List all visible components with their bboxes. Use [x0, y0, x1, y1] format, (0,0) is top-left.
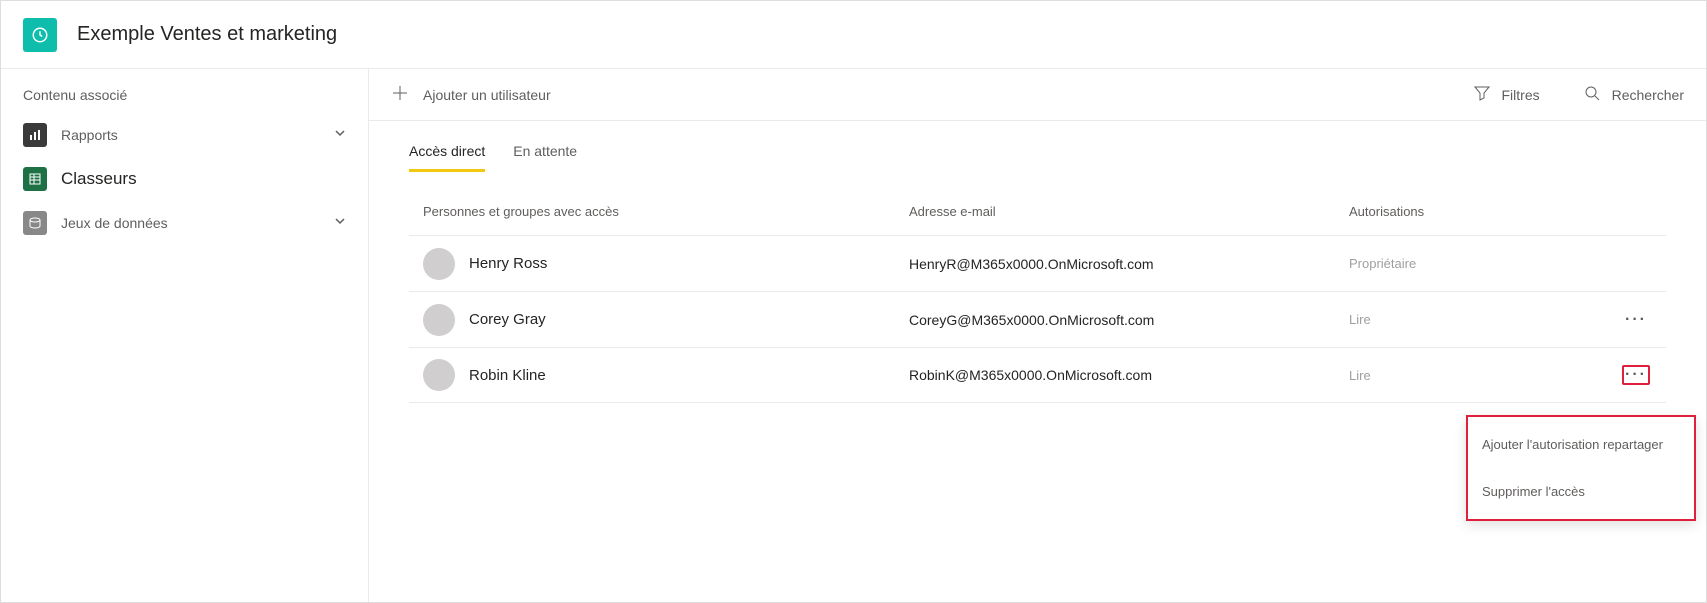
sidebar: Contenu associé Rapports Classeurs Jeux … — [1, 69, 369, 602]
search-button[interactable]: Rechercher — [1584, 85, 1684, 104]
user-email: CoreyG@M365x0000.OnMicrosoft.com — [909, 312, 1349, 328]
filters-button[interactable]: Filtres — [1474, 85, 1540, 104]
avatar — [423, 248, 455, 280]
user-permission: Propriétaire — [1349, 256, 1489, 271]
sidebar-item-rapports[interactable]: Rapports — [1, 113, 368, 157]
user-name: Corey Gray — [469, 311, 546, 328]
report-icon — [23, 123, 47, 147]
dataset-icon — [23, 211, 47, 235]
chevron-down-icon — [334, 126, 346, 144]
avatar — [423, 304, 455, 336]
content-toolbar: Ajouter un utilisateur Filtres Recherche… — [369, 69, 1706, 121]
filters-label: Filtres — [1502, 87, 1540, 103]
table-row: Robin Kline RobinK@M365x0000.OnMicrosoft… — [409, 347, 1666, 403]
sidebar-item-label: Rapports — [61, 127, 334, 143]
app-icon — [23, 18, 57, 52]
plus-icon — [391, 84, 409, 105]
search-label: Rechercher — [1612, 87, 1684, 103]
table-row: Corey Gray CoreyG@M365x0000.OnMicrosoft.… — [409, 291, 1666, 347]
chevron-down-icon — [334, 214, 346, 232]
sidebar-item-jeux-de-donnees[interactable]: Jeux de données — [1, 201, 368, 245]
menu-item-remove-access[interactable]: Supprimer l'accès — [1468, 468, 1694, 515]
add-user-label: Ajouter un utilisateur — [423, 87, 551, 103]
search-icon — [1584, 85, 1600, 104]
tab-en-attente[interactable]: En attente — [513, 143, 577, 172]
column-header-name: Personnes et groupes avec accès — [409, 204, 909, 219]
sidebar-heading: Contenu associé — [1, 87, 368, 113]
more-options-button[interactable]: ··· — [1622, 365, 1650, 385]
user-email: RobinK@M365x0000.OnMicrosoft.com — [909, 367, 1349, 383]
access-tabs: Accès direct En attente — [369, 121, 1706, 172]
user-name: Robin Kline — [469, 367, 546, 384]
page-title: Exemple Ventes et marketing — [77, 23, 337, 46]
app-header: Exemple Ventes et marketing — [1, 1, 1706, 69]
more-options-button[interactable]: ··· — [1622, 310, 1650, 330]
tab-acces-direct[interactable]: Accès direct — [409, 143, 485, 172]
user-email: HenryR@M365x0000.OnMicrosoft.com — [909, 256, 1349, 272]
sidebar-item-label: Classeurs — [61, 169, 346, 189]
filter-icon — [1474, 85, 1490, 104]
user-permission: Lire — [1349, 312, 1489, 327]
context-menu: Ajouter l'autorisation repartager Suppri… — [1466, 415, 1696, 521]
column-header-permissions: Autorisations — [1349, 204, 1489, 219]
workbook-icon — [23, 167, 47, 191]
sidebar-item-label: Jeux de données — [61, 215, 334, 231]
avatar — [423, 359, 455, 391]
access-table: Personnes et groupes avec accès Adresse … — [369, 172, 1706, 403]
add-user-button[interactable]: Ajouter un utilisateur — [391, 84, 551, 105]
content-area: Ajouter un utilisateur Filtres Recherche… — [369, 69, 1706, 602]
table-row: Henry Ross HenryR@M365x0000.OnMicrosoft.… — [409, 235, 1666, 291]
user-permission: Lire — [1349, 368, 1489, 383]
menu-item-add-reshare[interactable]: Ajouter l'autorisation repartager — [1468, 421, 1694, 468]
sidebar-item-classeurs[interactable]: Classeurs — [1, 157, 368, 201]
table-header-row: Personnes et groupes avec accès Adresse … — [409, 194, 1666, 235]
column-header-email: Adresse e-mail — [909, 204, 1349, 219]
user-name: Henry Ross — [469, 255, 547, 272]
